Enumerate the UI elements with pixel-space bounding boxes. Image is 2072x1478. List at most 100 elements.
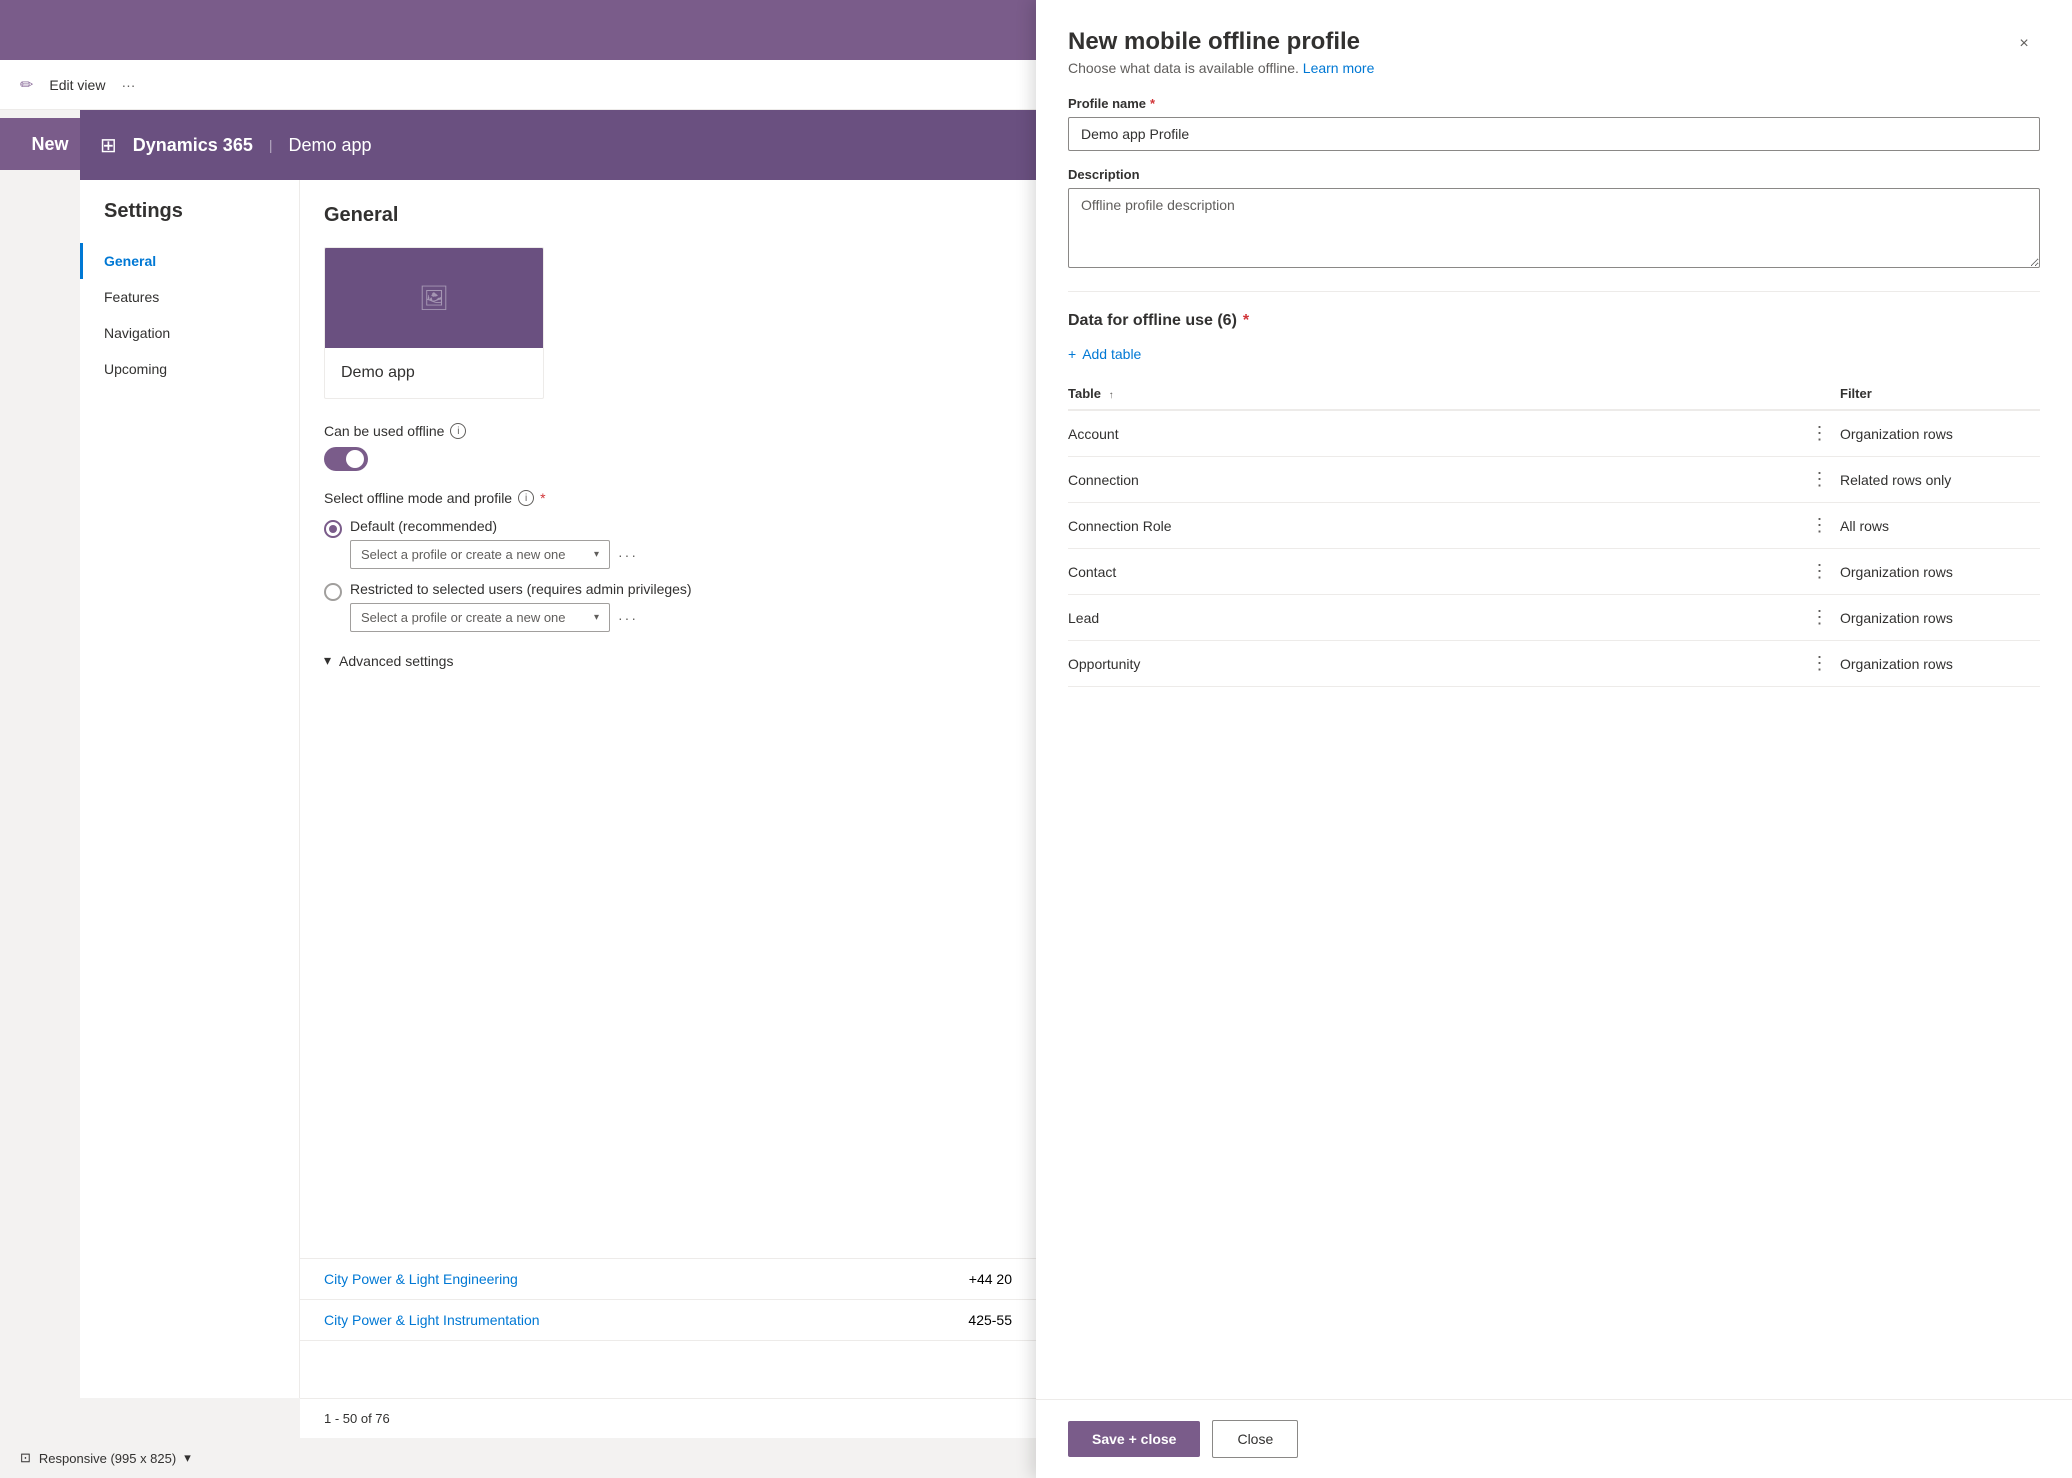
grid-icon[interactable]: ⊞ — [100, 133, 117, 158]
table-row-filter: Organization rows — [1840, 610, 2040, 626]
default-profile-select[interactable]: Select a profile or create a new one ▾ — [350, 540, 610, 569]
table-row: Account ⋮ Organization rows — [1068, 411, 2040, 457]
learn-more-link[interactable]: Learn more — [1303, 60, 1375, 76]
edit-view-label[interactable]: Edit view — [49, 77, 105, 93]
default-dropdown-row: Select a profile or create a new one ▾ ·… — [350, 540, 1012, 569]
table-row-filter: Organization rows — [1840, 426, 2040, 442]
modal-panel: New mobile offline profile Choose what d… — [1036, 0, 2072, 1478]
table-row-name: Connection Role — [1068, 518, 1800, 534]
table-col-filter: Filter — [1840, 386, 2040, 401]
more-options-icon[interactable]: ··· — [121, 77, 135, 93]
offline-toggle[interactable] — [324, 447, 368, 471]
profile-name-field-group: Profile name * — [1068, 96, 2040, 151]
app-card-name: Demo app — [325, 348, 543, 398]
data-section-label: Data for offline use (6) — [1068, 312, 1237, 330]
table-col-table: Table ↑ — [1068, 386, 1800, 401]
table-row: Connection Role ⋮ All rows — [1068, 503, 2040, 549]
data-row-instrumentation: City Power & Light Instrumentation 425-5… — [300, 1300, 1036, 1341]
sidebar-item-general[interactable]: General — [80, 243, 299, 279]
description-label-text: Description — [1068, 167, 1140, 182]
pagination-text: 1 - 50 of 76 — [324, 1411, 390, 1426]
modal-title: New mobile offline profile — [1068, 28, 1374, 56]
restricted-select-placeholder: Select a profile or create a new one — [361, 610, 566, 625]
modal-close-button[interactable]: × — [2008, 28, 2040, 60]
chevron-down-icon: ▾ — [594, 549, 599, 560]
modal-header: New mobile offline profile Choose what d… — [1036, 0, 2072, 76]
table-header: Table ↑ Filter — [1068, 378, 2040, 411]
advanced-settings-toggle[interactable]: ▾ Advanced settings — [324, 652, 1012, 669]
profile-name-label: Profile name * — [1068, 96, 2040, 111]
restricted-dropdown-row: Select a profile or create a new one ▾ ·… — [350, 603, 1012, 632]
settings-panel: Settings General Features Navigation Upc… — [80, 180, 300, 1398]
pencil-icon: ✏ — [20, 75, 33, 95]
engineering-link[interactable]: City Power & Light Engineering — [324, 1271, 518, 1287]
row-more-button[interactable]: ⋮ — [1811, 515, 1830, 536]
table-row-filter: Related rows only — [1840, 472, 2040, 488]
profile-name-label-text: Profile name — [1068, 96, 1146, 111]
close-button[interactable]: Close — [1212, 1420, 1298, 1458]
app-name-label: Demo app — [288, 135, 371, 156]
sidebar-item-navigation[interactable]: Navigation — [80, 315, 299, 351]
modal-subtitle-text: Choose what data is available offline. — [1068, 60, 1299, 76]
table-row-name: Opportunity — [1068, 656, 1800, 672]
add-table-button[interactable]: + Add table — [1068, 346, 1141, 362]
description-label: Description — [1068, 167, 2040, 182]
row-more-button[interactable]: ⋮ — [1811, 561, 1830, 582]
offline-label: Can be used offline i — [324, 423, 1012, 439]
app-card: 🖼 Demo app — [324, 247, 544, 399]
modal-body: Profile name * Description Offline profi… — [1036, 76, 2072, 1399]
default-select-placeholder: Select a profile or create a new one — [361, 547, 566, 562]
toggle-knob — [346, 450, 364, 468]
default-radio-button[interactable] — [324, 520, 342, 538]
restricted-profile-select[interactable]: Select a profile or create a new one ▾ — [350, 603, 610, 632]
table-row-name: Connection — [1068, 472, 1800, 488]
add-table-label: Add table — [1082, 346, 1141, 362]
offline-info-icon[interactable]: i — [450, 423, 466, 439]
data-section-required: * — [1243, 312, 1249, 330]
row-more-button[interactable]: ⋮ — [1811, 607, 1830, 628]
responsive-icon: ⊡ — [20, 1450, 31, 1466]
data-rows-background: City Power & Light Engineering +44 20 Ci… — [300, 1258, 1036, 1398]
save-close-button[interactable]: Save + close — [1068, 1421, 1200, 1457]
restricted-radio-button[interactable] — [324, 583, 342, 601]
profile-name-input[interactable] — [1068, 117, 2040, 151]
modal-subtitle: Choose what data is available offline. L… — [1068, 60, 1374, 76]
instrumentation-link[interactable]: City Power & Light Instrumentation — [324, 1312, 540, 1328]
mode-info-icon[interactable]: i — [518, 490, 534, 506]
table-row-name: Lead — [1068, 610, 1800, 626]
modal-footer: Save + close Close — [1036, 1399, 2072, 1478]
restricted-more-button[interactable]: ··· — [618, 610, 638, 626]
pagination-bar: 1 - 50 of 76 — [300, 1398, 1036, 1438]
app-logo-placeholder: 🖼 — [419, 284, 449, 313]
responsive-chevron[interactable]: ▾ — [184, 1450, 191, 1466]
description-input[interactable]: Offline profile description — [1068, 188, 2040, 268]
data-row-engineering: City Power & Light Engineering +44 20 — [300, 1259, 1036, 1300]
sidebar-item-features[interactable]: Features — [80, 279, 299, 315]
row-more-button[interactable]: ⋮ — [1811, 469, 1830, 490]
table-col-table-text: Table — [1068, 386, 1101, 401]
general-content: General 🖼 Demo app Can be used offline i… — [300, 180, 1036, 1398]
app-card-header: 🖼 — [325, 248, 543, 348]
sort-arrow-icon[interactable]: ↑ — [1109, 390, 1114, 401]
responsive-bar: ⊡ Responsive (995 x 825) ▾ — [0, 1438, 1036, 1478]
select-mode-text: Select offline mode and profile — [324, 490, 512, 506]
table-row-filter: All rows — [1840, 518, 2040, 534]
table-row: Contact ⋮ Organization rows — [1068, 549, 2040, 595]
table-row-filter: Organization rows — [1840, 564, 2040, 580]
table-row: Opportunity ⋮ Organization rows — [1068, 641, 2040, 687]
default-more-button[interactable]: ··· — [618, 547, 638, 563]
sidebar-item-upcoming[interactable]: Upcoming — [80, 351, 299, 387]
offline-label-text: Can be used offline — [324, 423, 444, 439]
row-more-button[interactable]: ⋮ — [1811, 423, 1830, 444]
responsive-text: Responsive (995 x 825) — [39, 1451, 176, 1466]
advanced-settings-label: Advanced settings — [339, 653, 453, 669]
data-section-title: Data for offline use (6) * — [1068, 312, 2040, 330]
section-divider — [1068, 291, 2040, 292]
row-more-button[interactable]: ⋮ — [1811, 653, 1830, 674]
default-radio-label: Default (recommended) — [350, 518, 1012, 534]
chevron-down-icon-advanced: ▾ — [324, 652, 331, 669]
settings-title: Settings — [80, 200, 299, 243]
required-indicator: * — [1150, 96, 1155, 111]
restricted-radio-label: Restricted to selected users (requires a… — [350, 581, 1012, 597]
default-radio-option: Default (recommended) Select a profile o… — [324, 518, 1012, 569]
